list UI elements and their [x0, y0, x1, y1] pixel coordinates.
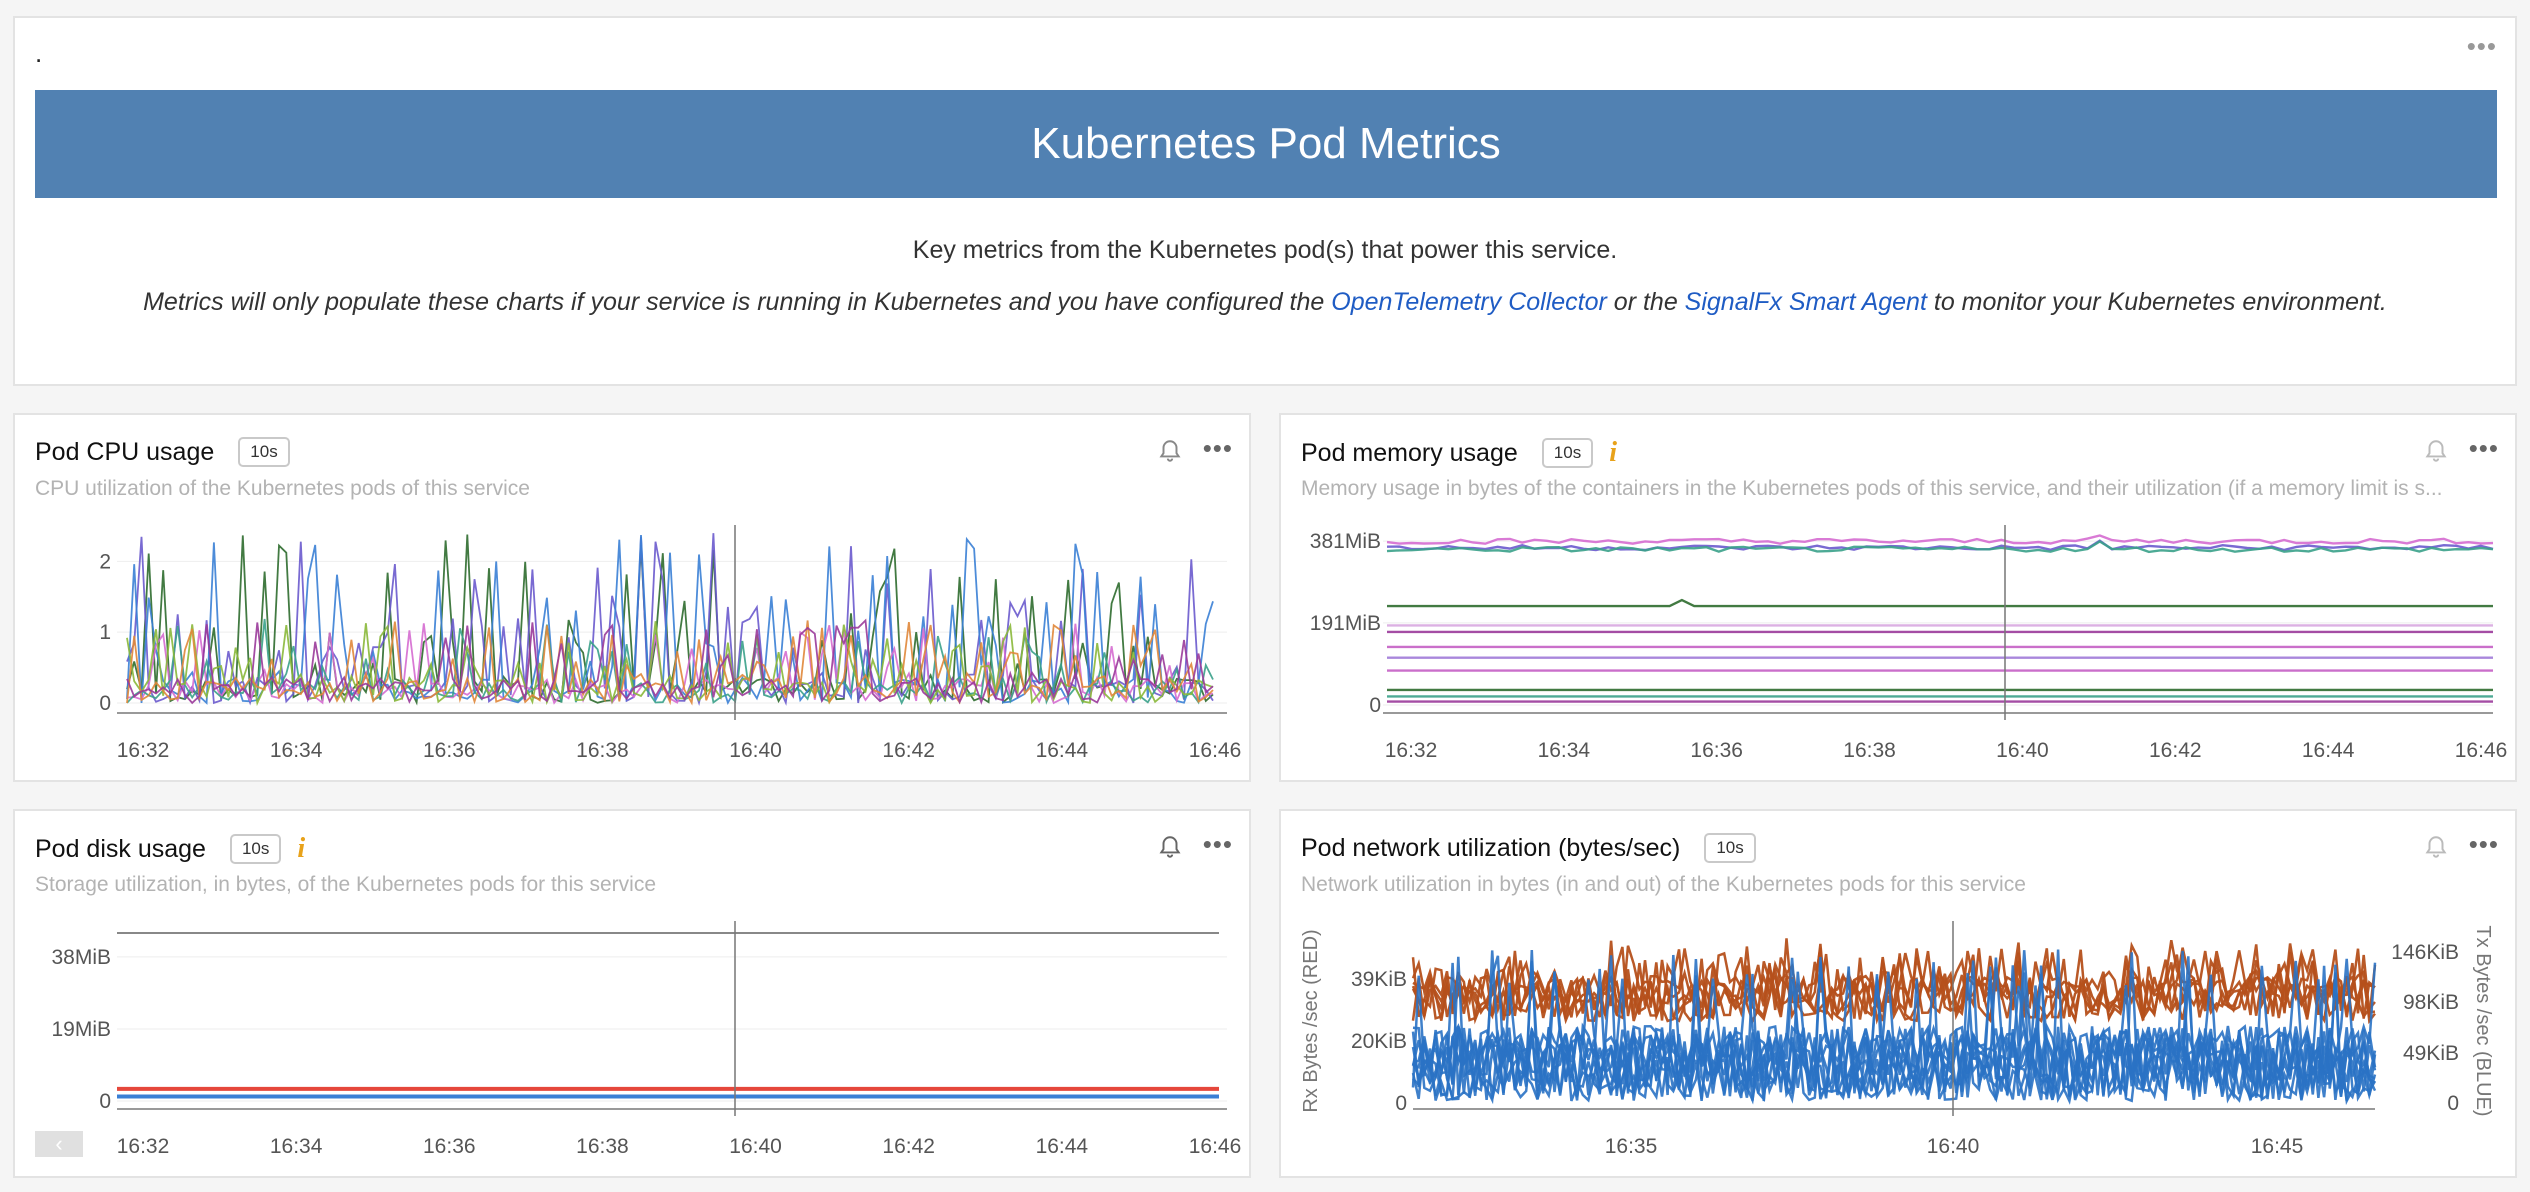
subtitle-text: Key metrics from the Kubernetes pod(s) t…	[912, 236, 1618, 264]
network-x-tick: 16:45	[2251, 1135, 2304, 1158]
memory-y-tick: 0	[1369, 694, 1381, 717]
more-options-icon[interactable]: •••	[2467, 33, 2497, 59]
text-panel: . ••• Kubernetes Pod Metrics Key metrics…	[13, 16, 2517, 386]
smart-agent-link[interactable]: SignalFx Smart Agent	[1685, 288, 1927, 316]
dashboard-banner: Kubernetes Pod Metrics	[35, 90, 2497, 198]
memory-chart-header: Pod memory usage 10s i	[1301, 437, 1617, 469]
note-middle: or the	[1606, 288, 1685, 316]
network-x-tick: 16:40	[1927, 1135, 1980, 1158]
cpu-more-icon[interactable]: •••	[1203, 433, 1233, 464]
memory-chart-title[interactable]: Pod memory usage	[1301, 439, 1518, 468]
disk-x-tick: 16:36	[423, 1135, 476, 1158]
cpu-x-tick: 16:42	[882, 739, 935, 762]
text-panel-title: .	[35, 38, 43, 68]
network-resolution-badge: 10s	[1704, 833, 1756, 863]
network-y-left-tick: 20KiB	[1351, 1030, 1407, 1053]
memory-y-tick: 191MiB	[1310, 612, 1381, 635]
network-y-left-tick: 0	[1395, 1092, 1407, 1115]
network-x-tick: 16:35	[1605, 1135, 1658, 1158]
network-chart-header: Pod network utilization (bytes/sec) 10s	[1301, 833, 1756, 863]
network-y-right-tick: 0	[2447, 1092, 2459, 1115]
network-y-right-tick: 49KiB	[2403, 1042, 2459, 1065]
cpu-x-tick: 16:34	[270, 739, 323, 762]
bell-icon[interactable]	[2423, 833, 2449, 861]
memory-series-line	[1387, 598, 2493, 608]
cpu-x-tick: 16:32	[117, 739, 170, 762]
memory-x-tick: 16:40	[1996, 739, 2049, 762]
note-after: to monitor your Kubernetes environment.	[1926, 288, 2387, 316]
memory-x-tick: 16:38	[1843, 739, 1896, 762]
memory-y-tick: 381MiB	[1310, 530, 1381, 553]
disk-chart: 0 19MiB 38MiB 16:32 16:34 16:36 16:38 16:40 16:4…	[51, 921, 1242, 1158]
disk-x-tick: 16:32	[117, 1135, 170, 1158]
cpu-x-tick: 16:40	[729, 739, 782, 762]
memory-resolution-badge: 10s	[1541, 438, 1594, 468]
bell-icon[interactable]	[1157, 833, 1183, 861]
cpu-y-tick: 0	[99, 692, 111, 715]
disk-y-tick: 19MiB	[51, 1018, 111, 1041]
memory-x-tick: 16:44	[2302, 739, 2355, 762]
network-more-icon[interactable]: •••	[2469, 829, 2499, 860]
disk-y-tick: 38MiB	[51, 946, 111, 969]
cpu-chart-description: CPU utilization of the Kubernetes pods o…	[35, 477, 530, 500]
info-icon[interactable]: i	[297, 833, 305, 865]
network-y-right-tick: 146KiB	[2391, 941, 2459, 964]
memory-x-tick: 16:36	[1690, 739, 1743, 762]
network-chart-title[interactable]: Pod network utilization (bytes/sec)	[1301, 834, 1680, 863]
memory-chart: 0 191MiB 381MiB 16:32 16:34 16:36 16:38 16:40 16…	[1310, 525, 2508, 762]
disk-chart-panel: 0 19MiB 38MiB 16:32 16:34 16:36 16:38 16:40 16:4…	[13, 809, 1251, 1178]
disk-x-tick: 16:38	[576, 1135, 629, 1158]
cpu-chart-title[interactable]: Pod CPU usage	[35, 438, 214, 467]
disk-more-icon[interactable]: •••	[1203, 829, 1233, 860]
disk-resolution-badge: 10s	[229, 834, 282, 864]
memory-series-line	[1386, 534, 2494, 545]
otel-collector-link[interactable]: OpenTelemetry Collector	[1331, 288, 1607, 316]
cpu-y-tick: 1	[99, 621, 111, 644]
memory-x-tick: 16:34	[1538, 739, 1591, 762]
memory-more-icon[interactable]: •••	[2469, 433, 2499, 464]
cpu-x-tick: 16:44	[1036, 739, 1089, 762]
cpu-chart-header: Pod CPU usage 10s	[35, 437, 290, 467]
bell-icon[interactable]	[1157, 437, 1183, 465]
disk-x-tick: 16:42	[882, 1135, 935, 1158]
memory-chart-panel: 0 191MiB 381MiB 16:32 16:34 16:36 16:38 16:40 16…	[1279, 413, 2517, 782]
network-chart-description: Network utilization in bytes (in and out…	[1301, 873, 2026, 896]
disk-y-tick: 0	[99, 1090, 111, 1113]
disk-chart-header: Pod disk usage 10s i	[35, 833, 305, 865]
memory-x-tick: 16:46	[2455, 739, 2508, 762]
note-before: Metrics will only populate these charts …	[143, 288, 1332, 316]
disk-chart-title[interactable]: Pod disk usage	[35, 835, 206, 864]
banner-title: Kubernetes Pod Metrics	[1031, 119, 1501, 168]
disk-x-tick: 16:34	[270, 1135, 323, 1158]
info-icon[interactable]: i	[1609, 437, 1617, 469]
disk-chart-description: Storage utilization, in bytes, of the Ku…	[35, 873, 657, 896]
network-chart: Rx Bytes /sec (RED) Tx Bytes /sec (BLUE) 0…	[1300, 921, 2494, 1158]
cpu-x-tick: 16:46	[1189, 739, 1242, 762]
network-y-right-tick: 98KiB	[2403, 991, 2459, 1014]
memory-chart-description: Memory usage in bytes of the containers …	[1301, 477, 2443, 500]
bell-icon[interactable]	[2423, 437, 2449, 465]
cpu-y-tick: 2	[99, 550, 111, 573]
note-text: Metrics will only populate these charts …	[15, 288, 2515, 317]
scroll-left-button[interactable]: ‹	[35, 1131, 83, 1157]
network-y-right-label: Tx Bytes /sec (BLUE)	[2472, 925, 2494, 1116]
network-chart-panel: Rx Bytes /sec (RED) Tx Bytes /sec (BLUE) 0…	[1279, 809, 2517, 1178]
cpu-resolution-badge: 10s	[238, 437, 290, 467]
cpu-x-tick: 16:38	[576, 739, 629, 762]
network-y-left-label: Rx Bytes /sec (RED)	[1300, 929, 1322, 1112]
network-y-left-tick: 39KiB	[1351, 968, 1407, 991]
memory-x-tick: 16:42	[2149, 739, 2202, 762]
disk-x-tick: 16:46	[1189, 1135, 1242, 1158]
cpu-x-tick: 16:36	[423, 739, 476, 762]
disk-x-tick: 16:44	[1036, 1135, 1089, 1158]
memory-x-tick: 16:32	[1385, 739, 1438, 762]
cpu-chart-panel: 0 1 2 16:32 16:34 16:36 16:38 16:40 16:42 16:44 16…	[13, 413, 1251, 782]
disk-x-tick: 16:40	[729, 1135, 782, 1158]
cpu-chart: 0 1 2 16:32 16:34 16:36 16:38 16:40 16:42 16:44 16…	[99, 525, 1242, 762]
